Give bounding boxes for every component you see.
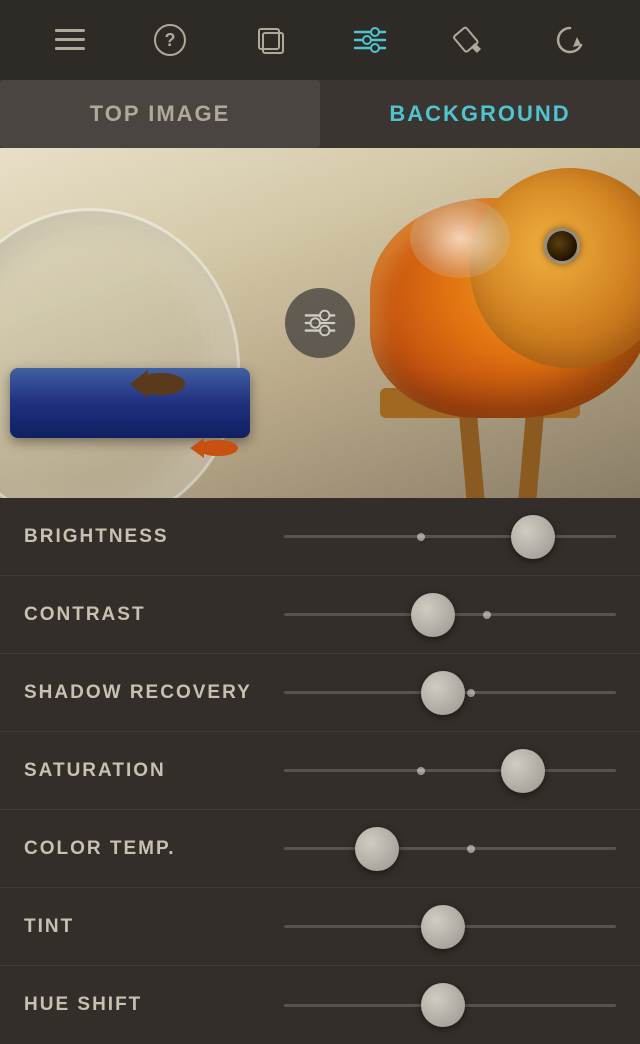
saturation-thumb[interactable]	[501, 749, 545, 793]
hue-shift-row: HUE SHIFT	[0, 966, 640, 1044]
tint-row: TINT	[0, 888, 640, 966]
contrast-label: CONTRAST	[24, 604, 284, 626]
help-icon[interactable]: ?	[146, 16, 194, 64]
goldfish-large	[330, 168, 640, 448]
toolbar: ?	[0, 0, 640, 80]
saturation-center-dot	[417, 767, 425, 775]
brightness-slider-track[interactable]	[284, 535, 616, 538]
hue-shift-slider-track[interactable]	[284, 1004, 616, 1007]
color-temp-slider-track[interactable]	[284, 847, 616, 850]
brush-icon[interactable]	[446, 16, 494, 64]
hue-shift-thumb[interactable]	[421, 983, 465, 1027]
shadow-recovery-slider-track[interactable]	[284, 691, 616, 694]
brightness-row: BRIGHTNESS	[0, 498, 640, 576]
tint-label: TINT	[24, 916, 284, 938]
image-area	[0, 148, 640, 498]
shadow-recovery-label: SHADOW RECOVERY	[24, 682, 284, 704]
fish-tiny	[190, 438, 240, 458]
hue-shift-label: HUE SHIFT	[24, 994, 284, 1016]
color-temp-center-dot	[467, 845, 475, 853]
brightness-center-dot	[417, 533, 425, 541]
menu-icon[interactable]	[46, 16, 94, 64]
adjustments-panel: BRIGHTNESS CONTRAST SHADOW RECOVERY SATU…	[0, 498, 640, 1044]
shadow-recovery-row: SHADOW RECOVERY	[0, 654, 640, 732]
brightness-thumb[interactable]	[511, 515, 555, 559]
tint-thumb[interactable]	[421, 905, 465, 949]
contrast-center-dot	[483, 611, 491, 619]
brightness-label: BRIGHTNESS	[24, 526, 284, 548]
color-temp-thumb[interactable]	[355, 827, 399, 871]
tab-background[interactable]: BACKGROUND	[320, 80, 640, 148]
shadow-recovery-thumb[interactable]	[421, 671, 465, 715]
saturation-row: SATURATION	[0, 732, 640, 810]
color-temp-label: COLOR TEMP.	[24, 838, 284, 860]
sliders-filter-icon[interactable]	[346, 16, 394, 64]
reset-icon[interactable]	[546, 16, 594, 64]
svg-text:?: ?	[165, 30, 176, 50]
contrast-thumb[interactable]	[411, 593, 455, 637]
contrast-row: CONTRAST	[0, 576, 640, 654]
saturation-label: SATURATION	[24, 760, 284, 782]
shadow-recovery-center-dot	[467, 689, 475, 697]
color-temp-row: COLOR TEMP.	[0, 810, 640, 888]
saturation-slider-track[interactable]	[284, 769, 616, 772]
tab-bar: TOP IMAGE BACKGROUND	[0, 80, 640, 148]
layers-icon[interactable]	[246, 16, 294, 64]
adjustments-overlay-button[interactable]	[285, 288, 355, 358]
tint-slider-track[interactable]	[284, 925, 616, 928]
contrast-slider-track[interactable]	[284, 613, 616, 616]
fish-small	[130, 370, 190, 398]
tab-top-image[interactable]: TOP IMAGE	[0, 80, 320, 148]
